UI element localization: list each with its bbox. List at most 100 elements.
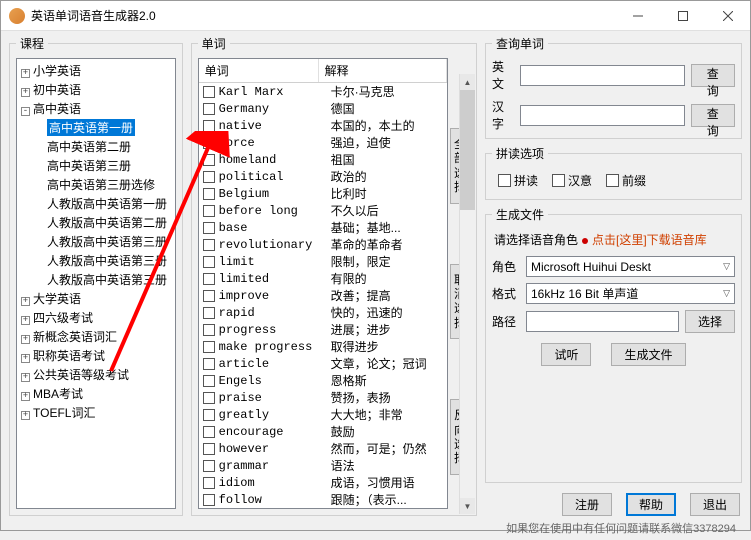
tree-item[interactable]: +小学英语 (19, 61, 173, 80)
en-input[interactable] (520, 65, 685, 86)
tree-item[interactable]: +职称英语考试 (19, 346, 173, 365)
expand-icon[interactable]: + (21, 335, 30, 344)
col-word[interactable]: 单词 (199, 59, 319, 82)
tree-item[interactable]: 人教版高中英语第二册 (19, 213, 173, 232)
table-row[interactable]: force强迫，迫使 (199, 134, 447, 151)
table-row[interactable]: praise赞扬，表扬 (199, 389, 447, 406)
table-row[interactable]: improve改善；提高 (199, 287, 447, 304)
cn-input[interactable] (520, 105, 685, 126)
words-body[interactable]: Karl Marx卡尔·马克思Germany德国native本国的，本土的for… (199, 83, 447, 509)
row-checkbox[interactable] (203, 86, 215, 98)
expand-icon[interactable]: + (21, 88, 30, 97)
table-row[interactable]: base基础；基地... (199, 219, 447, 236)
table-row[interactable]: Engels恩格斯 (199, 372, 447, 389)
tree-item[interactable]: 高中英语第三册 (19, 156, 173, 175)
checkbox[interactable] (552, 174, 565, 187)
table-row[interactable]: revolutionary革命的革命者 (199, 236, 447, 253)
query-cn-button[interactable]: 查询 (691, 104, 735, 127)
row-checkbox[interactable] (203, 494, 215, 506)
role-combo[interactable]: Microsoft Huihui Deskt▽ (526, 256, 735, 277)
row-checkbox[interactable] (203, 443, 215, 455)
preview-button[interactable]: 试听 (541, 343, 591, 366)
tree-item[interactable]: +大学英语 (19, 289, 173, 308)
table-row[interactable]: native本国的，本土的 (199, 117, 447, 134)
row-checkbox[interactable] (203, 222, 215, 234)
download-voice-link[interactable]: 点击[这里]下载语音库 (592, 233, 707, 247)
row-checkbox[interactable] (203, 324, 215, 336)
row-checkbox[interactable] (203, 239, 215, 251)
path-browse-button[interactable]: 选择 (685, 310, 735, 333)
tree-item[interactable]: 人教版高中英语第三册 (19, 251, 173, 270)
row-checkbox[interactable] (203, 290, 215, 302)
row-checkbox[interactable] (203, 375, 215, 387)
expand-icon[interactable]: + (21, 316, 30, 325)
tree-item[interactable]: +四六级考试 (19, 308, 173, 327)
col-meaning[interactable]: 解释 (319, 59, 447, 82)
expand-icon[interactable]: + (21, 354, 30, 363)
generate-button[interactable]: 生成文件 (611, 343, 685, 366)
row-checkbox[interactable] (203, 358, 215, 370)
tree-item[interactable]: 高中英语第三册选修 (19, 175, 173, 194)
exit-button[interactable]: 退出 (690, 493, 740, 516)
tree-item[interactable]: 高中英语第一册 (19, 118, 173, 137)
row-checkbox[interactable] (203, 477, 215, 489)
tree-item[interactable]: -高中英语 (19, 99, 173, 118)
course-tree[interactable]: +小学英语+初中英语-高中英语高中英语第一册高中英语第二册高中英语第三册高中英语… (16, 58, 176, 509)
row-checkbox[interactable] (203, 103, 215, 115)
table-row[interactable]: limit限制，限定 (199, 253, 447, 270)
spell-option[interactable]: 汉意 (552, 172, 592, 189)
minimize-button[interactable] (615, 1, 660, 30)
row-checkbox[interactable] (203, 392, 215, 404)
tree-item[interactable]: +MBA考试 (19, 384, 173, 403)
expand-icon[interactable]: + (21, 392, 30, 401)
table-row[interactable]: before long不久以后 (199, 202, 447, 219)
tree-item[interactable]: +新概念英语词汇 (19, 327, 173, 346)
close-button[interactable] (705, 1, 750, 30)
row-checkbox[interactable] (203, 256, 215, 268)
tree-item[interactable]: 人教版高中英语第一册 (19, 194, 173, 213)
table-row[interactable]: article文章，论文；冠词 (199, 355, 447, 372)
row-checkbox[interactable] (203, 137, 215, 149)
path-input[interactable] (526, 311, 679, 332)
query-en-button[interactable]: 查询 (691, 64, 735, 87)
row-checkbox[interactable] (203, 409, 215, 421)
expand-icon[interactable]: + (21, 373, 30, 382)
row-checkbox[interactable] (203, 273, 215, 285)
row-checkbox[interactable] (203, 171, 215, 183)
table-row[interactable]: progress进展；进步 (199, 321, 447, 338)
tree-item[interactable]: +公共英语等级考试 (19, 365, 173, 384)
tree-item[interactable]: +初中英语 (19, 80, 173, 99)
spell-option[interactable]: 前缀 (606, 172, 646, 189)
table-row[interactable]: Karl Marx卡尔·马克思 (199, 83, 447, 100)
expand-icon[interactable]: + (21, 297, 30, 306)
row-checkbox[interactable] (203, 154, 215, 166)
table-row[interactable]: however然而，可是；仍然 (199, 440, 447, 457)
table-row[interactable]: idiom成语，习惯用语 (199, 474, 447, 491)
maximize-button[interactable] (660, 1, 705, 30)
help-button[interactable]: 帮助 (626, 493, 676, 516)
table-row[interactable]: grammar语法 (199, 457, 447, 474)
tree-item[interactable]: 人教版高中英语第三册 (19, 232, 173, 251)
table-row[interactable]: political政治的 (199, 168, 447, 185)
table-row[interactable]: make progress取得进步 (199, 338, 447, 355)
row-checkbox[interactable] (203, 307, 215, 319)
table-row[interactable]: Germany德国 (199, 100, 447, 117)
row-checkbox[interactable] (203, 205, 215, 217)
table-row[interactable]: encourage鼓励 (199, 423, 447, 440)
tree-item[interactable]: 人教版高中英语第三册 (19, 270, 173, 289)
format-combo[interactable]: 16kHz 16 Bit 单声道▽ (526, 283, 735, 304)
table-row[interactable]: Belgium比利时 (199, 185, 447, 202)
row-checkbox[interactable] (203, 460, 215, 472)
expand-icon[interactable]: - (21, 107, 30, 116)
spell-option[interactable]: 拼读 (498, 172, 538, 189)
checkbox[interactable] (498, 174, 511, 187)
table-row[interactable]: greatly大大地；非常 (199, 406, 447, 423)
row-checkbox[interactable] (203, 120, 215, 132)
row-checkbox[interactable] (203, 426, 215, 438)
tree-item[interactable]: 高中英语第二册 (19, 137, 173, 156)
table-row[interactable]: homeland祖国 (199, 151, 447, 168)
tree-item[interactable]: +TOEFL词汇 (19, 403, 173, 422)
table-row[interactable]: rapid快的，迅速的 (199, 304, 447, 321)
expand-icon[interactable]: + (21, 411, 30, 420)
checkbox[interactable] (606, 174, 619, 187)
